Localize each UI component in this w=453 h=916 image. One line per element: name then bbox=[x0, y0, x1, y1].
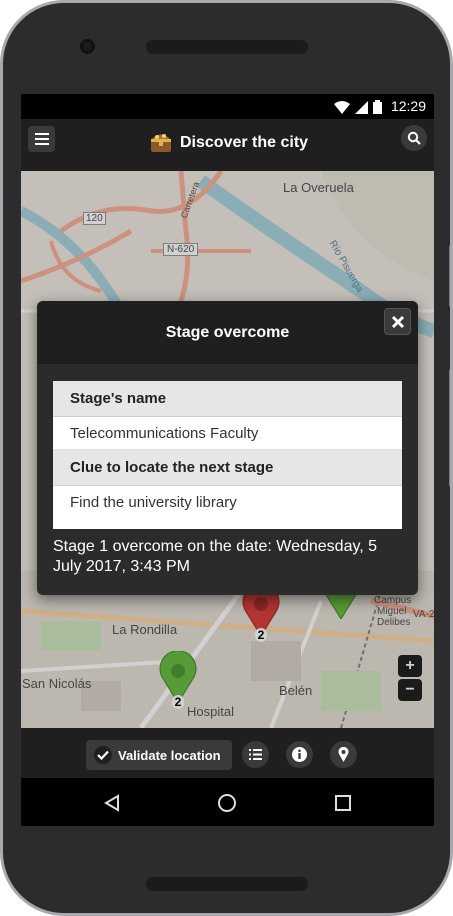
menu-icon bbox=[34, 133, 49, 145]
phone-frame: 12:29 Discover the city La Overuela N-62… bbox=[0, 0, 453, 916]
table-header-stage-name: Stage's name bbox=[53, 381, 402, 417]
system-navigation-bar bbox=[21, 778, 434, 826]
earpiece-speaker bbox=[146, 40, 308, 54]
table-cell-stage-name: Telecommunications Faculty bbox=[53, 417, 402, 450]
back-button[interactable] bbox=[101, 792, 123, 814]
list-icon bbox=[249, 749, 262, 760]
close-icon bbox=[391, 315, 404, 328]
bottom-speaker bbox=[146, 877, 308, 891]
recents-button[interactable] bbox=[332, 792, 354, 814]
table-cell-value: Telecommunications Faculty bbox=[70, 424, 259, 442]
stage-overcome-date: Stage 1 overcome on the date: Wednesday,… bbox=[53, 538, 378, 575]
recents-icon bbox=[335, 795, 351, 811]
power-button bbox=[449, 369, 450, 487]
battery-icon bbox=[373, 100, 382, 114]
status-bar: 12:29 bbox=[21, 94, 434, 119]
location-pin-icon bbox=[338, 747, 349, 762]
table-cell-value: Find the university library bbox=[70, 494, 237, 511]
info-button[interactable] bbox=[286, 741, 313, 768]
search-button[interactable] bbox=[401, 125, 427, 151]
validate-location-button[interactable]: Validate location bbox=[86, 740, 232, 770]
treasure-chest-icon bbox=[151, 134, 171, 152]
back-icon bbox=[104, 794, 119, 812]
status-time: 12:29 bbox=[390, 98, 426, 114]
search-icon bbox=[407, 131, 421, 145]
stage-info-table: Stage's name Telecommunications Faculty … bbox=[53, 381, 402, 529]
front-camera bbox=[80, 39, 95, 54]
wifi-icon bbox=[334, 101, 350, 114]
stage-overcome-dialog: Stage overcome Stage's name Telecommunic… bbox=[37, 301, 418, 595]
volume-button bbox=[449, 245, 450, 307]
bottom-toolbar: Validate location bbox=[21, 728, 434, 778]
app-bar: Discover the city bbox=[21, 119, 434, 171]
dialog-close-button[interactable] bbox=[384, 308, 411, 335]
home-button[interactable] bbox=[216, 792, 238, 814]
check-icon bbox=[94, 746, 112, 764]
location-button[interactable] bbox=[330, 741, 357, 768]
list-button[interactable] bbox=[242, 741, 269, 768]
menu-button[interactable] bbox=[28, 126, 55, 152]
home-icon bbox=[218, 794, 236, 812]
app-title: Discover the city bbox=[180, 134, 309, 151]
dialog-title: Stage overcome bbox=[165, 324, 290, 341]
screen: 12:29 Discover the city La Overuela N-62… bbox=[21, 94, 434, 826]
table-header-label: Stage's name bbox=[70, 390, 167, 407]
dialog-header: Stage overcome bbox=[37, 301, 418, 364]
table-cell-clue: Find the university library bbox=[53, 486, 402, 519]
status-icons bbox=[334, 100, 382, 114]
table-header-label: Clue to locate the next stage bbox=[70, 459, 274, 476]
signal-icon bbox=[355, 101, 368, 114]
info-icon bbox=[292, 747, 307, 762]
validate-location-label: Validate location bbox=[118, 747, 221, 763]
table-header-clue: Clue to locate the next stage bbox=[53, 450, 402, 486]
